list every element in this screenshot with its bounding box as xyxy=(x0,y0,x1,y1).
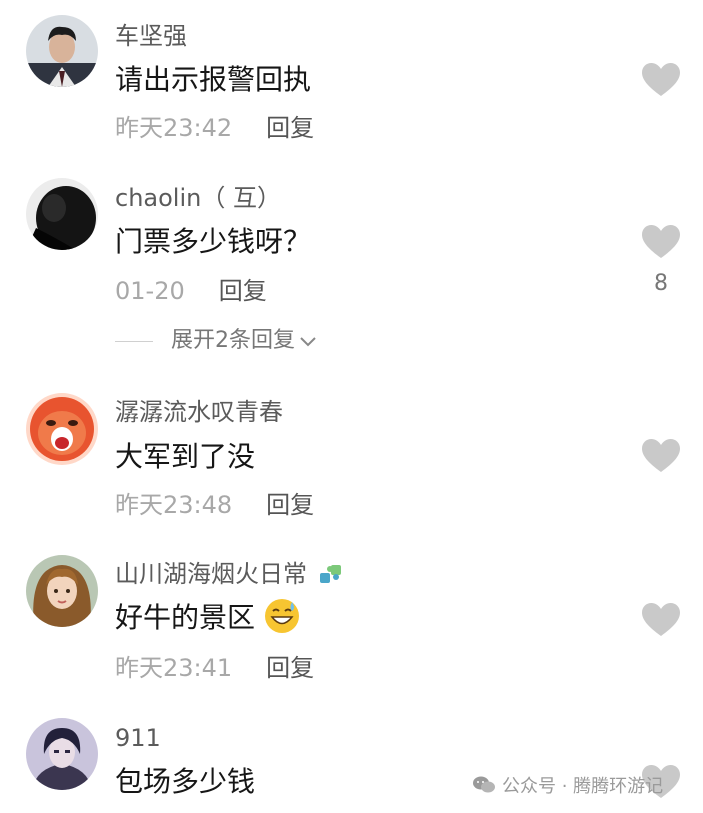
avatar[interactable] xyxy=(26,555,98,627)
divider xyxy=(115,340,153,342)
avatar[interactable] xyxy=(26,178,98,250)
avatar[interactable] xyxy=(26,15,98,87)
comment-text: 包场多少钱 xyxy=(115,765,256,798)
username[interactable]: 911 xyxy=(115,726,161,750)
heart-icon[interactable] xyxy=(641,224,681,260)
reply-button[interactable]: 回复 xyxy=(266,654,314,682)
reply-button[interactable]: 回复 xyxy=(266,114,314,142)
username[interactable]: 车坚强 xyxy=(115,24,187,48)
watermark-text: 公众号 · 腾腾环游记 xyxy=(502,776,664,797)
reply-button[interactable]: 回复 xyxy=(219,277,267,305)
username-text: 山川湖海烟火日常 xyxy=(115,560,307,588)
comment-text: 请出示报警回执 xyxy=(115,63,312,96)
timestamp: 01-20 xyxy=(115,277,185,305)
expand-replies-label: 展开2条回复 xyxy=(171,328,295,353)
comment-text: 大军到了没 xyxy=(115,440,256,473)
comment-meta: 昨天23:42 回复 xyxy=(115,116,314,140)
puzzle-badge-icon xyxy=(319,565,341,583)
comment-text-content: 好牛的景区 xyxy=(115,601,256,634)
avatar[interactable] xyxy=(26,718,98,790)
username[interactable]: chaolin（ 互） xyxy=(115,186,281,210)
heart-icon[interactable] xyxy=(641,602,681,638)
comment-meta: 01-20 回复 xyxy=(115,279,267,303)
heart-icon[interactable] xyxy=(641,62,681,98)
comment-text: 门票多少钱呀？ xyxy=(115,225,312,258)
comment-text: 好牛的景区 xyxy=(115,599,300,634)
like-count: 8 xyxy=(654,271,668,296)
timestamp: 昨天23:41 xyxy=(115,654,233,682)
username[interactable]: 潺潺流水叹青春 xyxy=(115,400,283,424)
wechat-icon xyxy=(473,776,495,793)
comment-item xyxy=(0,160,703,380)
comment-meta: 昨天23:41 回复 xyxy=(115,656,314,680)
username[interactable]: 山川湖海烟火日常 xyxy=(115,562,347,586)
expand-replies-button[interactable]: 展开2条回复 xyxy=(115,330,317,352)
timestamp: 昨天23:42 xyxy=(115,114,233,142)
chevron-down-icon xyxy=(300,337,316,347)
avatar[interactable] xyxy=(26,393,98,465)
watermark: 公众号 · 腾腾环游记 xyxy=(472,772,663,798)
timestamp: 昨天23:48 xyxy=(115,491,233,519)
comment-item: 车坚强 请出示报警回执 昨天23:42 回复 xyxy=(0,0,703,160)
reply-button[interactable]: 回复 xyxy=(266,491,314,519)
heart-icon[interactable] xyxy=(641,438,681,474)
comment-meta: 昨天23:48 回复 xyxy=(115,493,314,517)
grinning-sweat-emoji-icon xyxy=(264,599,299,633)
